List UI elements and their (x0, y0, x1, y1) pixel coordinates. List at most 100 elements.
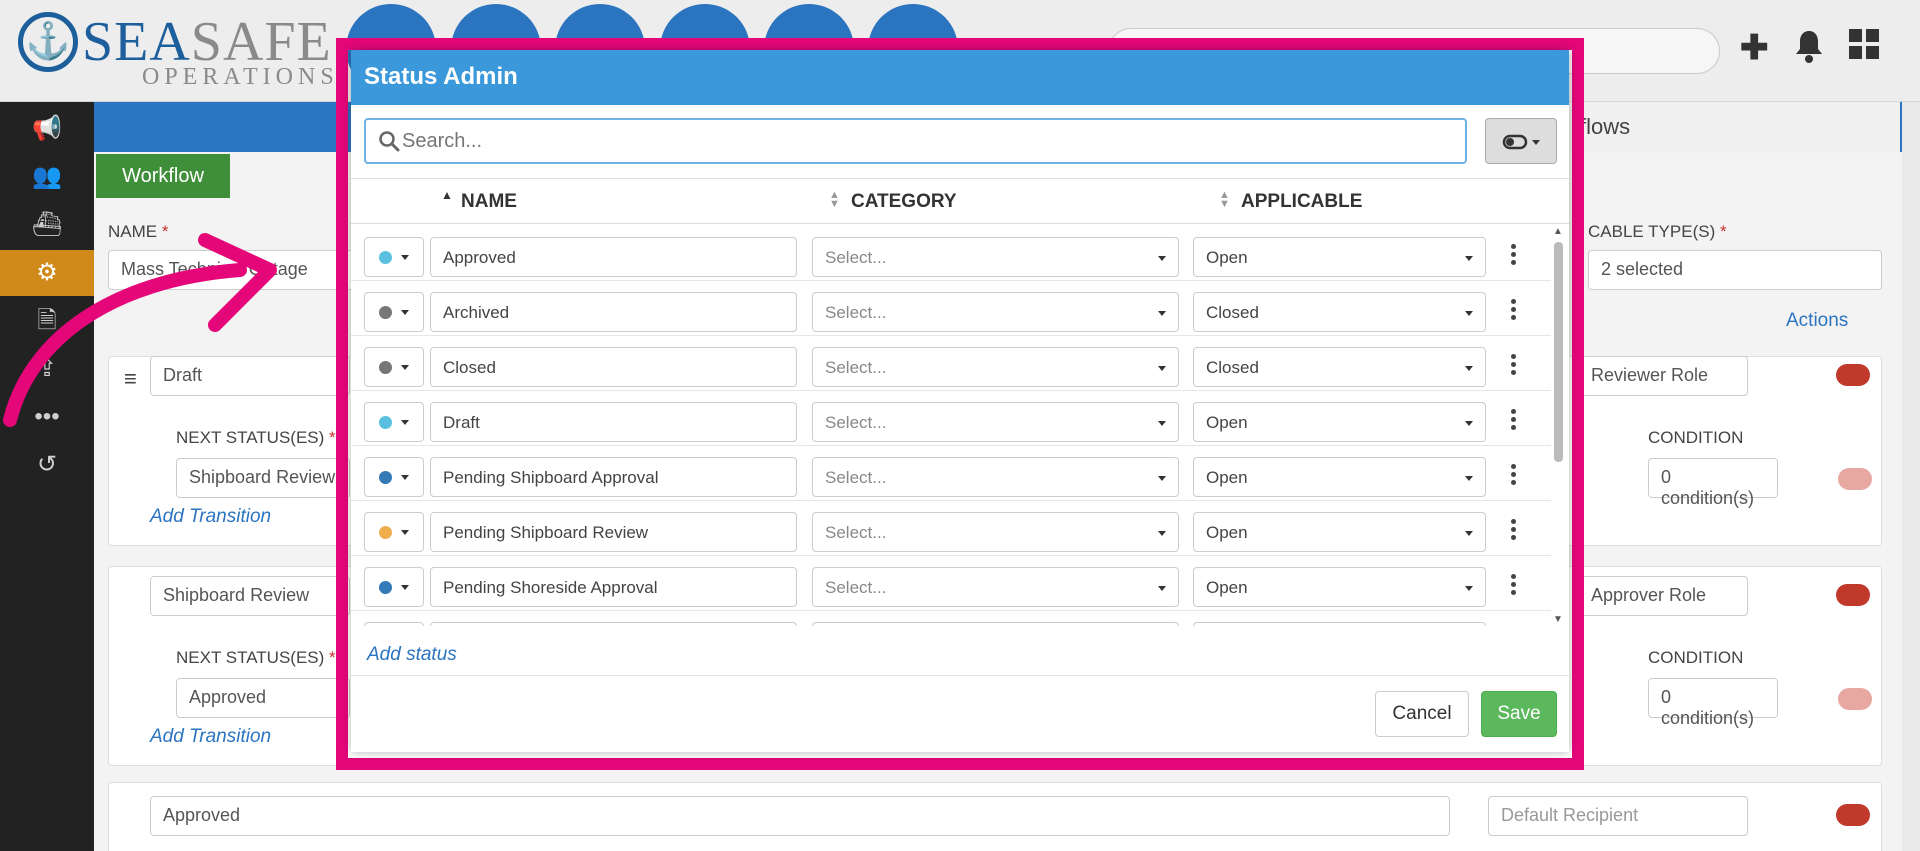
category-select[interactable]: Select... (812, 347, 1179, 387)
color-picker-dropdown[interactable] (364, 237, 424, 277)
add-icon[interactable]: ✚ (1740, 28, 1769, 68)
add-transition-link[interactable]: Add Transition (150, 506, 271, 528)
condition-label: CONDITION (1648, 648, 1744, 667)
applicable-select[interactable]: Closed (1193, 292, 1486, 332)
column-category[interactable]: CATEGORY (851, 191, 957, 213)
filter-toggle-button[interactable] (1485, 118, 1557, 164)
status-row: Approved Select... Open (351, 226, 1551, 281)
color-picker-dropdown[interactable] (364, 622, 424, 626)
category-select[interactable]: Select... (812, 567, 1179, 607)
chevron-down-icon (1158, 421, 1166, 426)
next-status-select[interactable]: Approved (176, 678, 350, 718)
category-select[interactable]: Select... (812, 622, 1179, 626)
chevron-down-icon (1465, 421, 1473, 426)
cancel-button[interactable]: Cancel (1375, 691, 1469, 737)
color-picker-dropdown[interactable] (364, 457, 424, 497)
chevron-down-icon (401, 365, 409, 370)
remove-status-button[interactable] (1836, 584, 1870, 606)
applicable-types-select[interactable]: 2 selected (1588, 250, 1882, 290)
status-name-input[interactable]: Closed (430, 347, 797, 387)
chevron-down-icon (1158, 256, 1166, 261)
column-name[interactable]: NAME (461, 191, 517, 213)
chevron-down-icon (401, 310, 409, 315)
status-select[interactable]: Approved (150, 796, 1450, 836)
status-name-input[interactable]: Pending Shoreside Review (430, 622, 797, 626)
conditions-button[interactable]: 0 condition(s) (1648, 458, 1778, 508)
status-name-input[interactable]: Pending Shipboard Review (430, 512, 797, 552)
save-button[interactable]: Save (1481, 691, 1557, 737)
applicable-select[interactable]: Open (1193, 622, 1486, 626)
actions-menu[interactable]: Actions (1786, 310, 1848, 332)
next-status-select[interactable]: Shipboard Review (176, 458, 350, 498)
status-name-input[interactable]: Pending Shoreside Approval (430, 567, 797, 607)
add-transition-link[interactable]: Add Transition (150, 726, 271, 748)
category-select[interactable]: Select... (812, 292, 1179, 332)
scroll-down-icon[interactable]: ▼ (1553, 614, 1563, 625)
row-menu-icon[interactable] (1511, 464, 1517, 488)
apps-grid-icon[interactable] (1848, 28, 1880, 69)
category-select[interactable]: Select... (812, 402, 1179, 442)
role-select[interactable]: Approver Role (1578, 576, 1748, 616)
users-icon[interactable]: 👥 (0, 154, 94, 200)
chevron-down-icon (1465, 586, 1473, 591)
remove-transition-button[interactable] (1838, 688, 1872, 710)
role-select[interactable]: Default Recipient (1488, 796, 1748, 836)
applicable-select[interactable]: Open (1193, 457, 1486, 497)
status-name-input[interactable]: Pending Shipboard Approval (430, 457, 797, 497)
status-name-input[interactable]: Archived (430, 292, 797, 332)
column-applicable[interactable]: APPLICABLE (1241, 191, 1362, 213)
status-row: Pending Shoreside Approval Select... Open (351, 556, 1551, 611)
add-status-link[interactable]: Add status (367, 644, 457, 666)
row-menu-icon[interactable] (1511, 354, 1517, 378)
status-select[interactable]: Shipboard Review (150, 576, 350, 616)
status-search[interactable] (364, 118, 1467, 164)
sort-icon[interactable]: ▲ ▼ (1219, 190, 1230, 210)
chevron-down-icon (1158, 366, 1166, 371)
row-menu-icon[interactable] (1511, 299, 1517, 323)
status-color-dot (379, 251, 392, 264)
category-select[interactable]: Select... (812, 512, 1179, 552)
condition-label: CONDITION (1648, 428, 1744, 447)
status-color-dot (379, 416, 392, 429)
applicable-select[interactable]: Open (1193, 512, 1486, 552)
remove-status-button[interactable] (1836, 804, 1870, 826)
bell-icon[interactable] (1792, 28, 1826, 73)
color-picker-dropdown[interactable] (364, 347, 424, 387)
remove-transition-button[interactable] (1838, 468, 1872, 490)
page-scrollbar[interactable] (1902, 102, 1920, 851)
category-select[interactable]: Select... (812, 237, 1179, 277)
role-select[interactable]: Reviewer Role (1578, 356, 1748, 396)
conditions-button[interactable]: 0 condition(s) (1648, 678, 1778, 728)
status-row: Closed Select... Closed (351, 336, 1551, 391)
applicable-select[interactable]: Closed (1193, 347, 1486, 387)
status-color-dot (379, 581, 392, 594)
status-row: Pending Shipboard Approval Select... Open (351, 446, 1551, 501)
applicable-select[interactable]: Open (1193, 237, 1486, 277)
scroll-up-icon[interactable]: ▲ (1553, 226, 1563, 237)
status-name-input[interactable]: Approved (430, 237, 797, 277)
row-menu-icon[interactable] (1511, 519, 1517, 543)
chevron-down-icon (1465, 311, 1473, 316)
remove-status-button[interactable] (1836, 364, 1870, 386)
color-picker-dropdown[interactable] (364, 402, 424, 442)
megaphone-icon[interactable]: 📢 (0, 106, 94, 152)
color-picker-dropdown[interactable] (364, 567, 424, 607)
color-picker-dropdown[interactable] (364, 512, 424, 552)
tab-workflow[interactable]: Workflow (96, 154, 230, 198)
list-scrollbar[interactable]: ▲ ▼ (1549, 226, 1567, 626)
status-row: Pending Shoreside Review Select... Open (351, 611, 1551, 626)
row-menu-icon[interactable] (1511, 409, 1517, 433)
applicable-select[interactable]: Open (1193, 402, 1486, 442)
row-menu-icon[interactable] (1511, 244, 1517, 268)
chevron-down-icon (401, 475, 409, 480)
history-icon[interactable]: ↺ (0, 442, 94, 488)
sort-asc-icon[interactable]: ▲ (441, 189, 453, 201)
category-select[interactable]: Select... (812, 457, 1179, 497)
status-name-input[interactable]: Draft (430, 402, 797, 442)
applicable-select[interactable]: Open (1193, 567, 1486, 607)
sort-icon[interactable]: ▲ ▼ (829, 190, 840, 210)
toggle-icon (1502, 134, 1540, 150)
search-input[interactable] (402, 128, 1452, 154)
row-menu-icon[interactable] (1511, 574, 1517, 598)
color-picker-dropdown[interactable] (364, 292, 424, 332)
